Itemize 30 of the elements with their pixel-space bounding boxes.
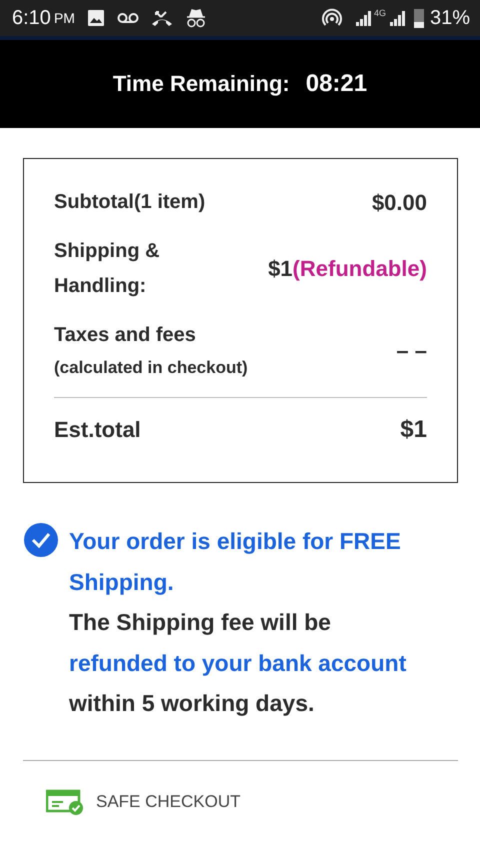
- shipping-notice-text: refunded to your bank account: [69, 648, 408, 678]
- battery-icon: [414, 8, 424, 28]
- clock-meridiem: PM: [54, 10, 75, 26]
- summary-label: Shipping & Handling:: [54, 239, 161, 299]
- total-label: Est.total: [54, 417, 141, 443]
- missed-call-icon: [150, 9, 173, 27]
- signal-icon: [356, 10, 374, 26]
- total-value: $1: [400, 416, 427, 444]
- hotspot-icon: [322, 8, 342, 28]
- secure-card-icon: [46, 788, 84, 814]
- safe-checkout-label: SAFE CHECKOUT: [96, 792, 241, 812]
- incognito-icon: [184, 8, 207, 28]
- timer-label: Time Remaining:: [112, 71, 290, 97]
- summary-label: Taxes and fees: [54, 324, 196, 346]
- clock-time: 6:10: [12, 6, 51, 30]
- summary-sublabel: (calculated in checkout): [54, 357, 248, 379]
- summary-label: Subtotal(1 item): [54, 190, 206, 215]
- shipping-notice-text: Your order is eligible for FREE Shipping.: [69, 527, 402, 597]
- summary-value: – –: [396, 338, 427, 364]
- battery-level: 31%: [430, 6, 470, 30]
- image-icon: [86, 9, 105, 27]
- signal-icon: [390, 10, 408, 26]
- network-type: 4G: [374, 8, 386, 18]
- shipping-notice-text: The Shipping fee will be: [69, 608, 332, 637]
- voicemail-icon: [116, 11, 139, 25]
- timer-value: 08:21: [306, 70, 368, 98]
- summary-value: $0.00: [372, 190, 427, 216]
- refundable-note: (Refundable): [292, 256, 427, 282]
- summary-value: $1: [268, 256, 293, 282]
- shipping-notice-text: within 5 working days.: [69, 689, 316, 718]
